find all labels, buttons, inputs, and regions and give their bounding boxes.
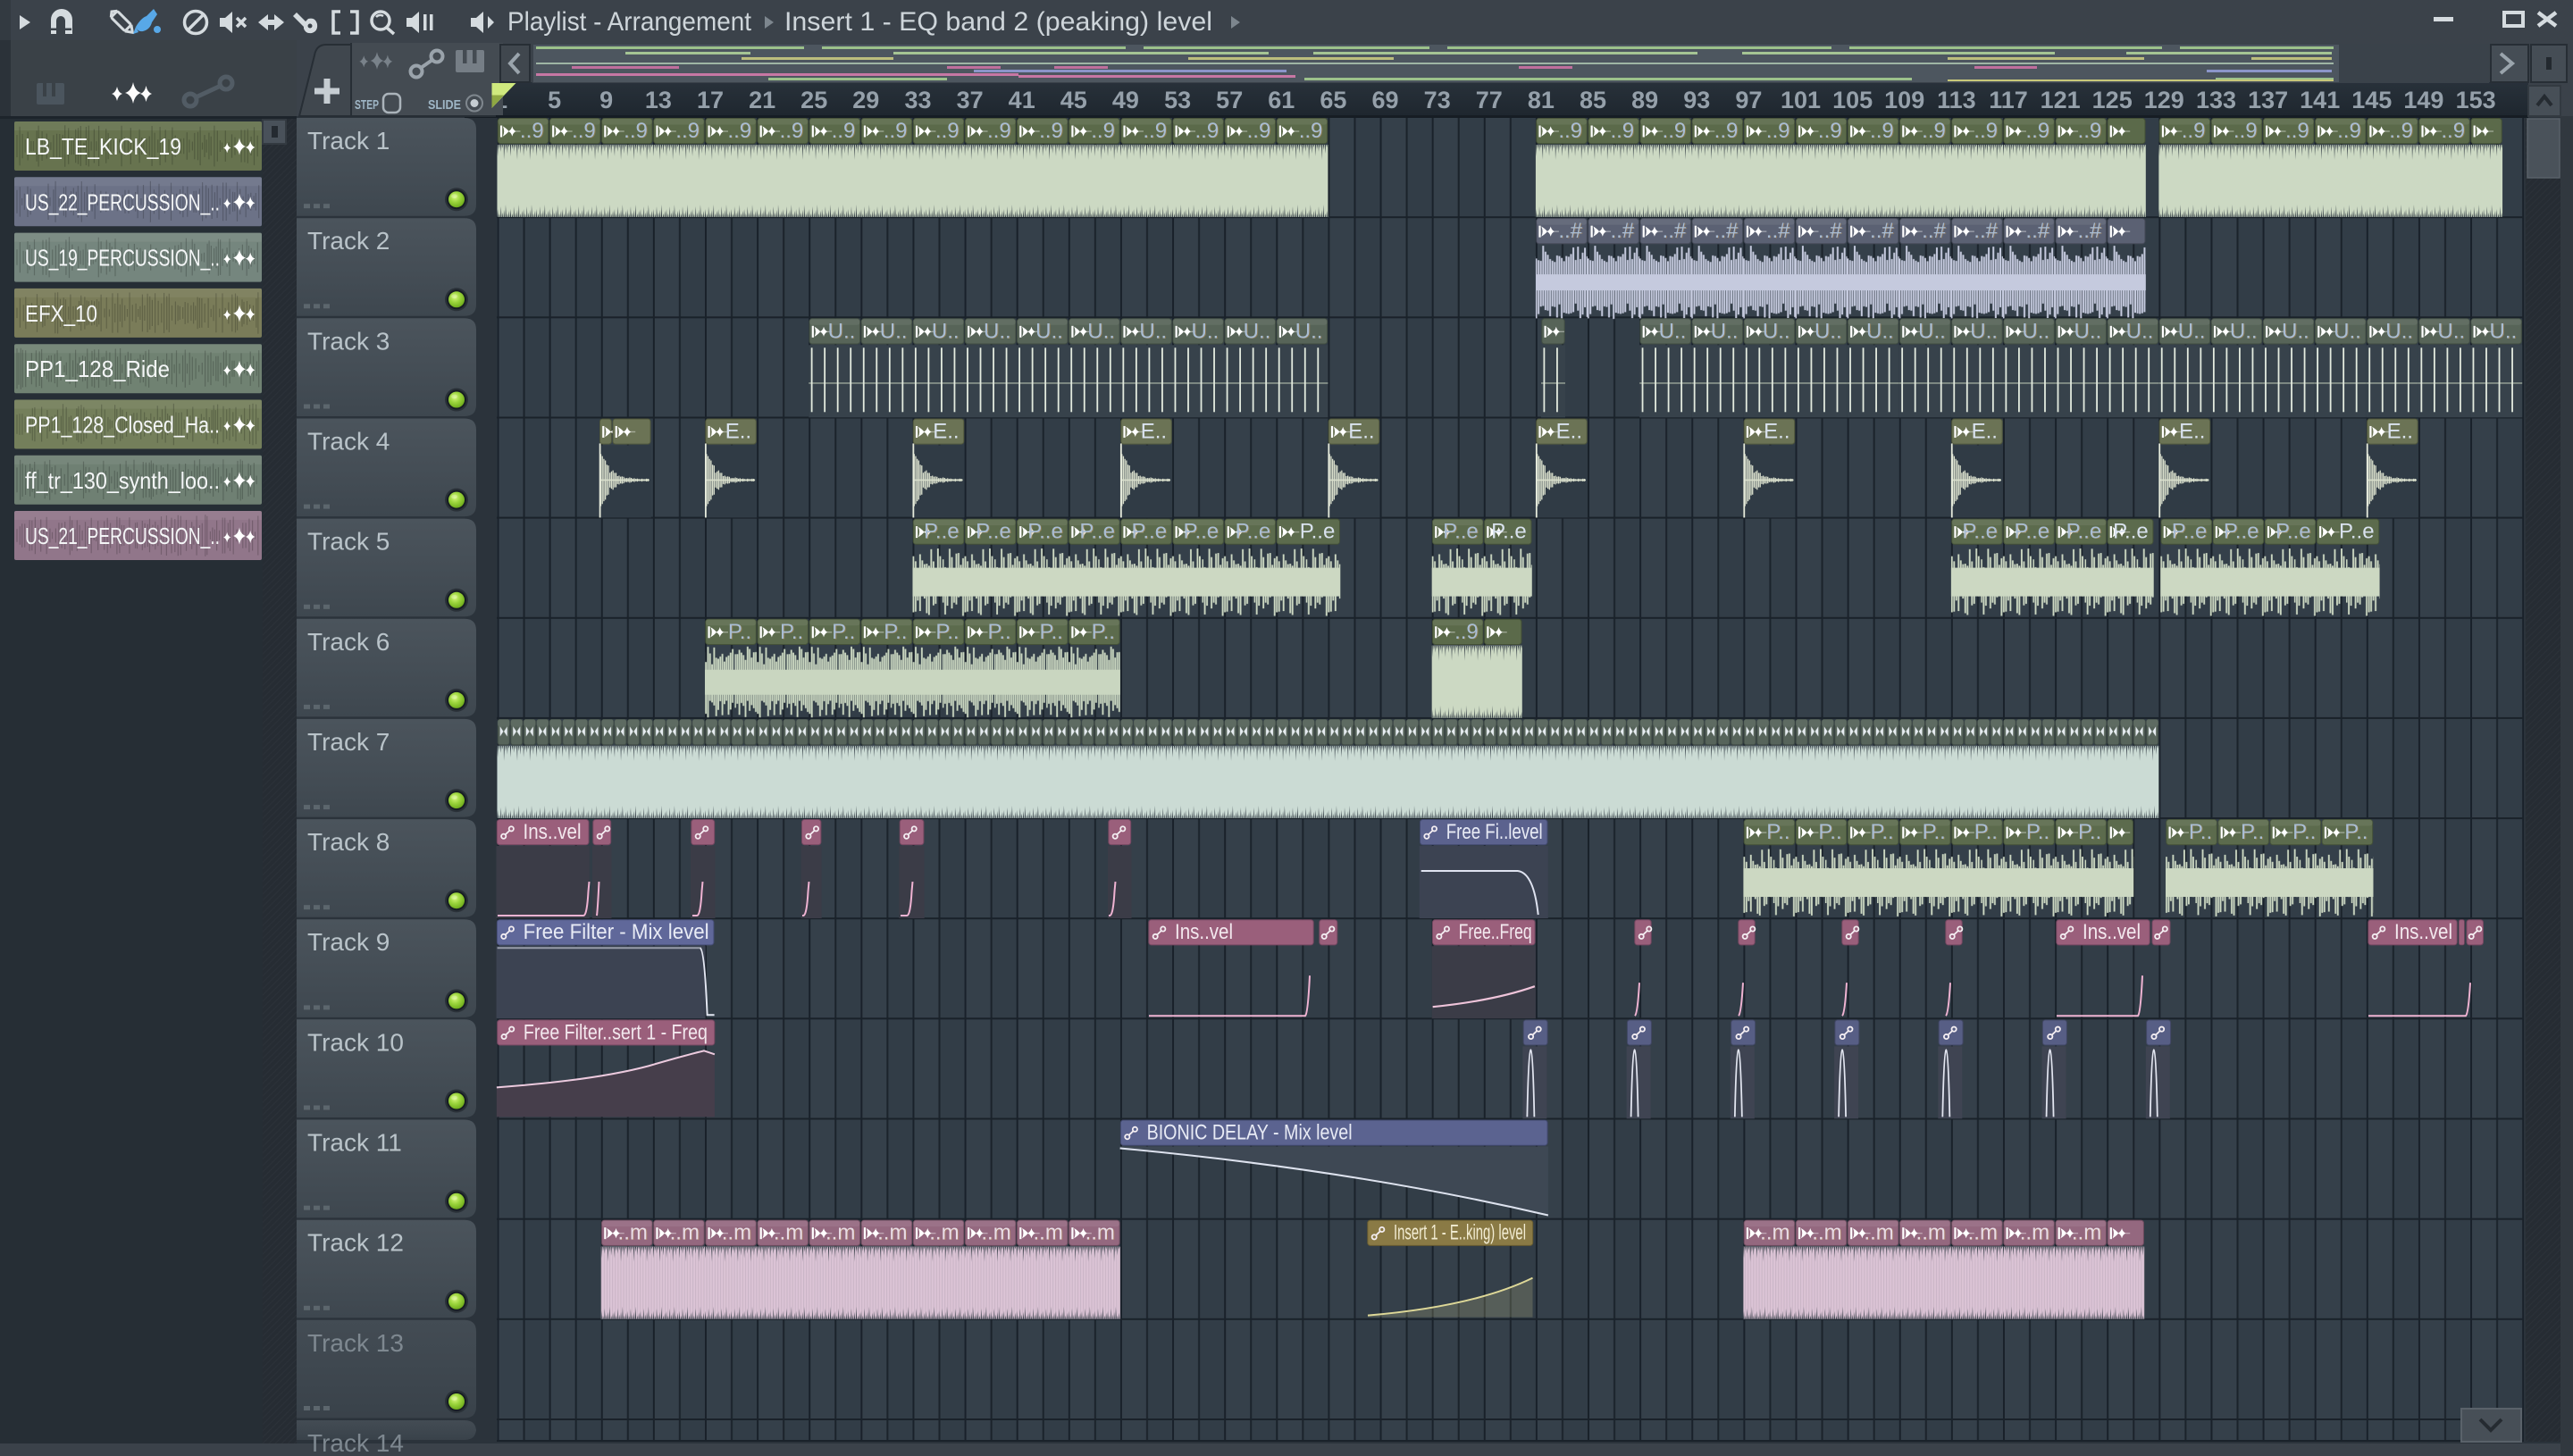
svg-text:81: 81	[1528, 87, 1555, 113]
svg-text:53: 53	[1164, 87, 1191, 113]
svg-text:Track 11: Track 11	[307, 1129, 402, 1157]
svg-text:69: 69	[1371, 87, 1398, 113]
svg-text:E..: E..	[2387, 419, 2413, 443]
svg-text:Free Filter..sert 1 - Freq: Free Filter..sert 1 - Freq	[524, 1020, 708, 1044]
svg-text:Ins..vel: Ins..vel	[2083, 920, 2141, 944]
svg-text:109: 109	[1884, 87, 1924, 113]
svg-text:Playlist - Arrangement: Playlist - Arrangement	[507, 7, 752, 37]
svg-text:E..: E..	[933, 419, 959, 443]
svg-text:37: 37	[957, 87, 984, 113]
svg-text:13: 13	[645, 87, 672, 113]
svg-text:Track 14: Track 14	[307, 1429, 404, 1456]
svg-text:E..: E..	[725, 419, 751, 443]
svg-text:97: 97	[1735, 87, 1762, 113]
svg-text:Track 4: Track 4	[307, 428, 390, 456]
svg-text:137: 137	[2248, 87, 2288, 113]
svg-text:Free..Freq: Free..Freq	[1459, 920, 1532, 944]
svg-text:E..: E..	[2179, 419, 2205, 443]
svg-text:Ins..vel: Ins..vel	[2394, 920, 2452, 944]
svg-text:E..: E..	[1556, 419, 1582, 443]
svg-text:25: 25	[800, 87, 827, 113]
svg-text:153: 153	[2456, 87, 2496, 113]
svg-text:21: 21	[749, 87, 775, 113]
svg-text:113: 113	[1937, 87, 1976, 113]
svg-text:89: 89	[1631, 87, 1658, 113]
svg-text:125: 125	[2092, 87, 2133, 113]
svg-text:145: 145	[2351, 87, 2392, 113]
svg-text:129: 129	[2144, 87, 2184, 113]
svg-text:117: 117	[1989, 87, 2028, 113]
svg-text:Ins..vel: Ins..vel	[1175, 920, 1233, 944]
svg-text:Free Filter - Mix level: Free Filter - Mix level	[524, 920, 709, 944]
svg-text:US_22_PERCUSSION_..: US_22_PERCUSSION_..	[25, 188, 220, 215]
svg-text:17: 17	[697, 87, 724, 113]
svg-text:65: 65	[1320, 87, 1346, 113]
svg-text:LB_TE_KICK_19: LB_TE_KICK_19	[25, 133, 181, 160]
svg-text:41: 41	[1009, 87, 1035, 113]
svg-text:49: 49	[1112, 87, 1139, 113]
svg-text:101: 101	[1781, 87, 1821, 113]
svg-text:Track 1: Track 1	[307, 127, 390, 155]
svg-text:77: 77	[1476, 87, 1503, 113]
svg-text:105: 105	[1832, 87, 1873, 113]
svg-text:STEP: STEP	[355, 97, 379, 113]
svg-text:149: 149	[2403, 87, 2443, 113]
svg-text:Track 2: Track 2	[307, 227, 390, 255]
svg-text:PP1_128_Ride: PP1_128_Ride	[25, 356, 170, 382]
svg-text:Track 9: Track 9	[307, 928, 390, 956]
svg-text:93: 93	[1683, 87, 1710, 113]
svg-text:133: 133	[2196, 87, 2236, 113]
svg-text:141: 141	[2300, 87, 2340, 113]
svg-text:9: 9	[599, 87, 613, 113]
svg-text:E..: E..	[1348, 419, 1374, 443]
svg-text:P..e: P..e	[2113, 520, 2149, 544]
svg-text:85: 85	[1580, 87, 1606, 113]
svg-text:Track 8: Track 8	[307, 828, 390, 856]
svg-text:Free Fi..level: Free Fi..level	[1446, 820, 1543, 844]
svg-text:SLIDE: SLIDE	[428, 97, 461, 113]
svg-text:E..: E..	[1972, 419, 1998, 443]
svg-text:57: 57	[1216, 87, 1243, 113]
svg-text:Ins..vel: Ins..vel	[524, 820, 582, 844]
svg-text:Track 7: Track 7	[307, 728, 390, 756]
svg-text:33: 33	[904, 87, 931, 113]
svg-text:EFX_10: EFX_10	[25, 300, 97, 327]
svg-text:5: 5	[548, 87, 561, 113]
svg-text:BIONIC DELAY - Mix level: BIONIC DELAY - Mix level	[1147, 1121, 1353, 1145]
svg-text:US_19_PERCUSSION_..: US_19_PERCUSSION_..	[25, 245, 220, 272]
svg-text:P..e: P..e	[1491, 520, 1527, 544]
svg-text:Insert 1 - E..king) level: Insert 1 - E..king) level	[1394, 1221, 1526, 1245]
svg-text:P..e: P..e	[2339, 520, 2375, 544]
svg-text:Track 6: Track 6	[307, 628, 390, 656]
svg-text:Track 10: Track 10	[307, 1028, 404, 1056]
svg-text:121: 121	[2041, 87, 2081, 113]
svg-text:US_21_PERCUSSION_..: US_21_PERCUSSION_..	[25, 523, 220, 549]
svg-text:Insert 1 - EQ band 2 (peaking): Insert 1 - EQ band 2 (peaking) level	[784, 7, 1212, 37]
svg-text:E..: E..	[1141, 419, 1167, 443]
svg-text:ff_tr_130_synth_loo..: ff_tr_130_synth_loo..	[25, 467, 220, 494]
svg-text:Track 12: Track 12	[307, 1229, 404, 1257]
svg-text:73: 73	[1424, 87, 1451, 113]
svg-text:PP1_128_Closed_Ha..: PP1_128_Closed_Ha..	[25, 412, 220, 439]
svg-text:Track 13: Track 13	[307, 1329, 404, 1357]
svg-text:61: 61	[1268, 87, 1295, 113]
svg-text:29: 29	[852, 87, 879, 113]
svg-text:E..: E..	[1764, 419, 1789, 443]
svg-text:P..e: P..e	[1300, 520, 1336, 544]
svg-text:Track 3: Track 3	[307, 327, 390, 355]
svg-text:Track 5: Track 5	[307, 528, 390, 556]
svg-text:45: 45	[1060, 87, 1087, 113]
